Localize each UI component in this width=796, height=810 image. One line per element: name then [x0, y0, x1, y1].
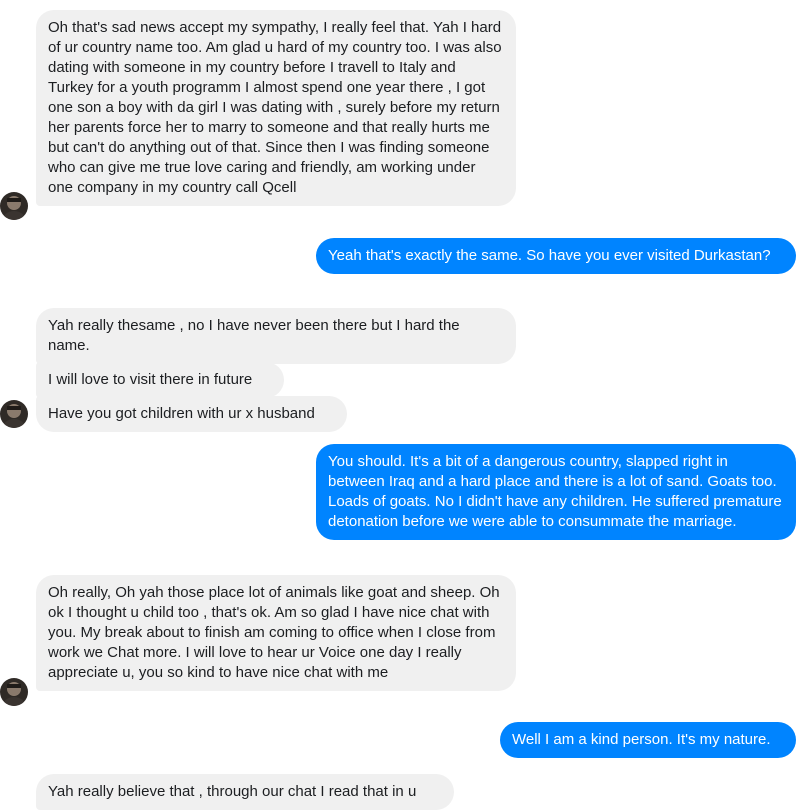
incoming-message-bubble: Oh that's sad news accept my sympathy, I…: [36, 10, 516, 206]
incoming-message-bubble: Have you got children with ur x husband: [36, 396, 347, 432]
message-text: Yah really thesame , no I have never bee…: [48, 317, 460, 354]
person-avatar-icon: [3, 196, 25, 220]
incoming-message-bubble: Oh really, Oh yah those place lot of ani…: [36, 575, 516, 691]
incoming-message-bubble: Yah really believe that , through our ch…: [36, 774, 454, 810]
message-text: Oh that's sad news accept my sympathy, I…: [48, 19, 502, 196]
incoming-message-bubble: I will love to visit there in future: [36, 362, 284, 398]
incoming-message-bubble: Yah really thesame , no I have never bee…: [36, 308, 516, 364]
contact-avatar[interactable]: [0, 192, 28, 220]
outgoing-message-bubble: You should. It's a bit of a dangerous co…: [316, 444, 796, 540]
message-text: I will love to visit there in future: [48, 371, 253, 388]
outgoing-message-bubble: Well I am a kind person. It's my nature.: [500, 722, 796, 758]
message-text: Yeah that's exactly the same. So have yo…: [328, 247, 771, 264]
message-text: Well I am a kind person. It's my nature.: [512, 731, 771, 748]
message-text: Have you got children with ur x husband: [48, 405, 315, 422]
message-text: You should. It's a bit of a dangerous co…: [328, 453, 782, 530]
message-text: Oh really, Oh yah those place lot of ani…: [48, 584, 500, 681]
contact-avatar[interactable]: [0, 678, 28, 706]
person-avatar-icon: [3, 682, 25, 706]
person-avatar-icon: [3, 404, 25, 428]
outgoing-message-bubble: Yeah that's exactly the same. So have yo…: [316, 238, 796, 274]
message-text: Yah really believe that , through our ch…: [48, 783, 417, 800]
contact-avatar[interactable]: [0, 400, 28, 428]
